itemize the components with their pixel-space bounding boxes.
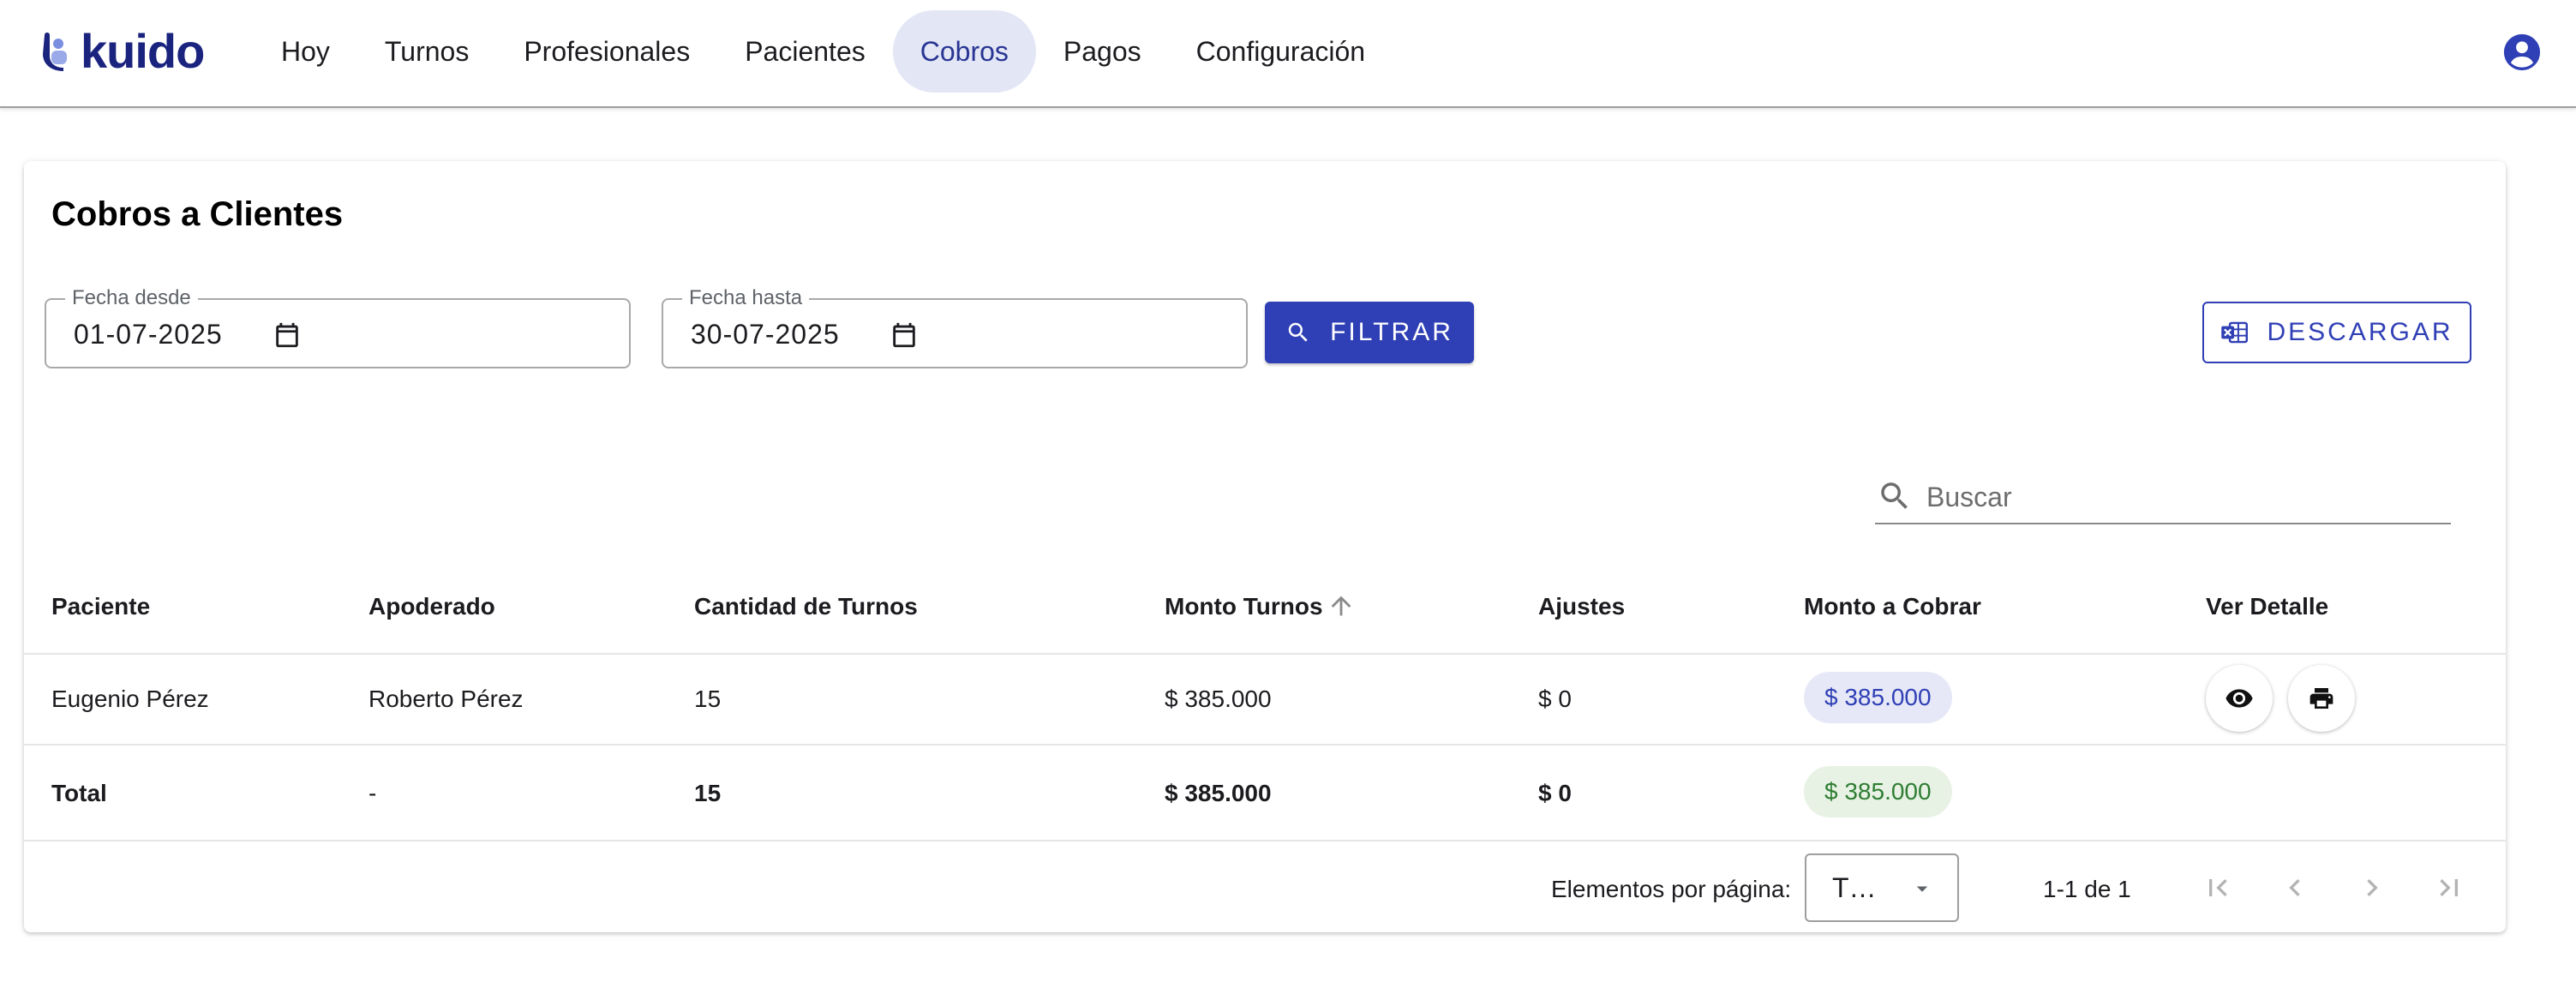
first-page-button[interactable] xyxy=(2194,864,2242,912)
top-navbar: kuido Hoy Turnos Profesionales Pacientes… xyxy=(0,0,2576,108)
search-input[interactable] xyxy=(1926,478,2441,516)
print-button[interactable] xyxy=(2288,665,2355,732)
nav-item-pagos[interactable]: Pagos xyxy=(1036,10,1169,93)
total-adjustments: $ 0 xyxy=(1538,780,1572,806)
nav-item-turnos[interactable]: Turnos xyxy=(357,10,496,93)
total-label: Total xyxy=(51,780,107,806)
calendar-icon[interactable] xyxy=(273,320,302,350)
nav-item-profesionales[interactable]: Profesionales xyxy=(496,10,717,93)
main-nav: Hoy Turnos Profesionales Pacientes Cobro… xyxy=(254,10,1393,93)
excel-icon xyxy=(2221,321,2249,344)
previous-page-button[interactable] xyxy=(2271,864,2319,912)
cell-adjustments: $ 0 xyxy=(1538,686,1572,712)
col-header-to-charge[interactable]: Monto a Cobrar xyxy=(1804,593,1981,620)
date-to-field[interactable]: Fecha hasta 30-07-2025 xyxy=(662,286,1248,368)
nav-item-hoy[interactable]: Hoy xyxy=(254,10,357,93)
date-to-label: Fecha hasta xyxy=(682,286,810,310)
cell-count: 15 xyxy=(694,686,722,712)
download-button-label: DESCARGAR xyxy=(2267,318,2453,346)
col-header-count[interactable]: Cantidad de Turnos xyxy=(694,593,918,620)
cell-patient: Eugenio Pérez xyxy=(51,686,209,712)
page-title: Cobros a Clientes xyxy=(51,195,344,233)
sort-arrow-up-icon[interactable] xyxy=(1327,591,1356,620)
total-guardian: - xyxy=(368,780,377,806)
account-circle-icon[interactable] xyxy=(2502,33,2542,72)
chevron-right-icon xyxy=(2367,879,2378,896)
row-divider xyxy=(24,840,2506,841)
date-from-label: Fecha desde xyxy=(65,286,198,310)
row-divider xyxy=(24,744,2506,746)
nav-item-configuracion[interactable]: Configuración xyxy=(1169,10,1393,93)
amount-to-charge-chip: $ 385.000 xyxy=(1804,672,1952,723)
nav-item-pacientes[interactable]: Pacientes xyxy=(717,10,893,93)
filter-button[interactable]: FILTRAR xyxy=(1265,302,1474,363)
page-size-value: T… xyxy=(1832,872,1877,903)
search-field[interactable] xyxy=(1875,475,2451,524)
page-range: 1-1 de 1 xyxy=(2043,876,2131,902)
eye-icon xyxy=(2226,689,2253,708)
col-header-patient[interactable]: Paciente xyxy=(51,593,150,620)
row-divider xyxy=(24,653,2506,655)
kuido-logo-icon xyxy=(43,33,67,71)
kuido-logo[interactable]: kuido xyxy=(38,24,205,78)
charges-card: Cobros a Clientes Fecha desde 01-07-2025… xyxy=(24,161,2506,932)
print-icon xyxy=(2309,688,2333,709)
filter-button-label: FILTRAR xyxy=(1330,318,1453,346)
items-per-page-label: Elementos por página: xyxy=(1551,876,1792,902)
total-amount: $ 385.000 xyxy=(1165,780,1272,806)
col-header-guardian[interactable]: Apoderado xyxy=(368,593,495,620)
cell-guardian: Roberto Pérez xyxy=(368,686,524,712)
chevron-left-icon xyxy=(2289,879,2300,896)
col-header-amount[interactable]: Monto Turnos xyxy=(1165,593,1323,620)
col-header-detail: Ver Detalle xyxy=(2206,593,2329,620)
last-page-icon xyxy=(2440,879,2458,896)
total-count: 15 xyxy=(694,780,722,806)
date-to-value[interactable]: 30-07-2025 xyxy=(691,319,840,350)
cell-amount: $ 385.000 xyxy=(1165,686,1272,712)
next-page-button[interactable] xyxy=(2348,864,2396,912)
total-to-charge-chip: $ 385.000 xyxy=(1804,766,1952,817)
page-size-select[interactable]: T… xyxy=(1805,853,1959,922)
search-icon xyxy=(1288,322,1308,342)
calendar-icon[interactable] xyxy=(890,320,919,350)
date-from-value[interactable]: 01-07-2025 xyxy=(74,319,223,350)
download-button[interactable]: DESCARGAR xyxy=(2202,302,2471,363)
last-page-button[interactable] xyxy=(2425,864,2473,912)
brand-name: kuido xyxy=(81,24,205,78)
date-from-field[interactable]: Fecha desde 01-07-2025 xyxy=(45,286,631,368)
first-page-icon xyxy=(2209,879,2227,896)
dropdown-arrow-icon xyxy=(1916,886,1928,892)
col-header-adjustments[interactable]: Ajustes xyxy=(1538,593,1625,620)
nav-item-cobros[interactable]: Cobros xyxy=(892,10,1036,93)
search-icon xyxy=(1881,482,1908,509)
view-detail-button[interactable] xyxy=(2206,665,2273,732)
